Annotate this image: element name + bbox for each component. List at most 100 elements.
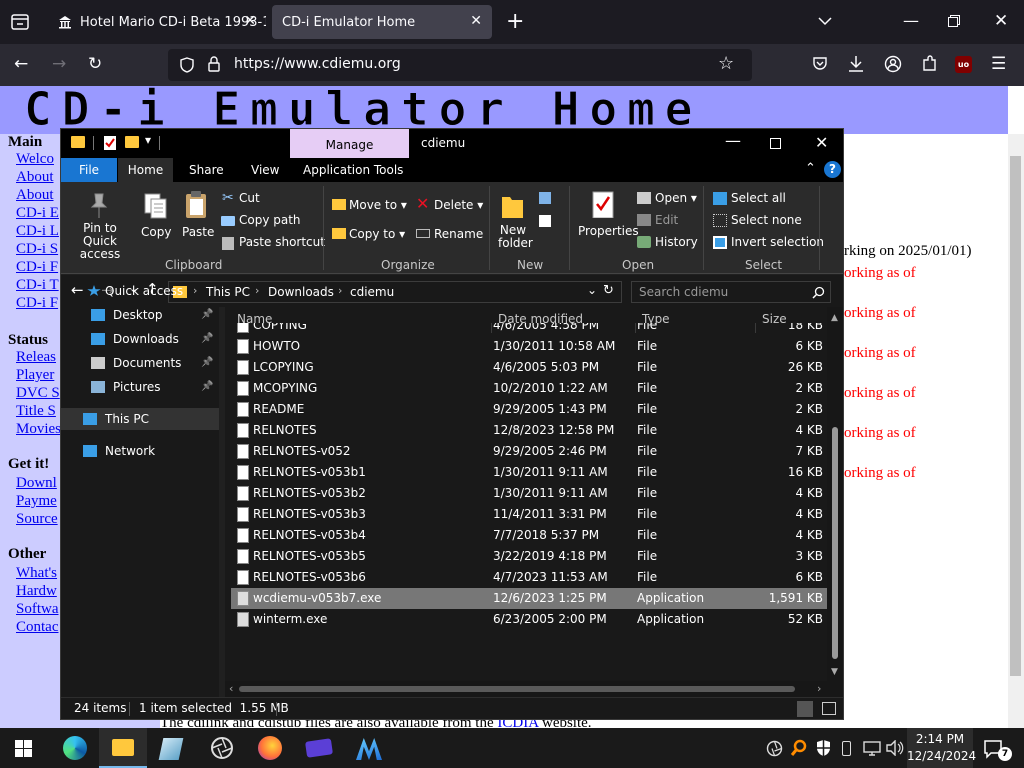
search-icon[interactable] (812, 286, 825, 299)
tab-cdi-emulator-home[interactable]: CD-i Emulator Home ✕ (272, 5, 492, 39)
file-row[interactable]: README 9/29/2005 1:43 PM File 2 KB (231, 399, 827, 420)
tab-home[interactable]: Home (118, 158, 173, 182)
sidebar-link[interactable]: Player (16, 367, 54, 384)
search-box[interactable]: Search cdiemu (631, 281, 831, 303)
clock[interactable]: 2:14 PM 12/24/2024 (907, 728, 976, 768)
back-arrow-icon[interactable]: ← (14, 54, 28, 74)
vertical-scrollbar-thumb[interactable] (832, 427, 838, 659)
maxon-app-icon[interactable] (356, 738, 382, 760)
nav-item[interactable]: Downloads 📌 (61, 328, 219, 350)
copy-to-button[interactable]: Copy to ▾ (349, 227, 405, 241)
sidebar-link[interactable]: Movies (16, 421, 61, 438)
horizontal-scrollbar[interactable]: ‹ › (225, 681, 843, 697)
url-bar[interactable]: https://www.cdiemu.org ☆ (168, 49, 752, 81)
copy-path-button[interactable]: Copy path (239, 213, 301, 227)
file-row[interactable]: MCOPYING 10/2/2010 1:22 AM File 2 KB (231, 378, 827, 399)
tab-application-tools[interactable]: Application Tools (303, 158, 403, 182)
search-input[interactable]: Search cdiemu (639, 285, 728, 299)
minimize-button[interactable]: — (725, 131, 741, 150)
nav-item[interactable]: Desktop 📌 (61, 304, 219, 326)
sidebar-link[interactable]: About (16, 169, 54, 186)
sidebar-link[interactable]: CD-i S (16, 241, 58, 258)
nav-item[interactable]: Documents 📌 (61, 352, 219, 374)
file-row[interactable]: RELNOTES-v053b6 4/7/2023 11:53 AM File 6 KB (231, 567, 827, 588)
scroll-up-icon[interactable]: ▲ (831, 313, 838, 323)
nav-item[interactable]: Pictures 📌 (61, 376, 219, 398)
tab-share[interactable]: Share (189, 158, 224, 182)
sidebar-link[interactable]: CD-i F (16, 259, 58, 276)
breadcrumb-cdiemu[interactable]: cdiemu (350, 285, 394, 299)
sidebar-link[interactable]: CD-i L (16, 223, 59, 240)
maximize-button[interactable] (770, 138, 781, 149)
easy-access-icon[interactable] (539, 215, 551, 227)
forward-arrow-icon[interactable]: → (52, 54, 66, 74)
new-item-icon[interactable] (539, 192, 551, 204)
sidebar-link[interactable]: Payme (16, 493, 57, 510)
properties-button[interactable]: Properties (578, 224, 639, 238)
aperture-app-icon[interactable] (210, 736, 234, 760)
scroll-down-icon[interactable]: ▼ (831, 667, 838, 677)
sidebar-link[interactable]: Hardw (16, 583, 57, 600)
firefox-icon[interactable] (258, 736, 282, 760)
file-row[interactable]: winterm.exe 6/23/2005 2:00 PM Application 5… (231, 609, 827, 630)
sidebar-link[interactable]: CD-i E (16, 205, 59, 222)
sidebar-link[interactable]: About (16, 187, 54, 204)
shield-icon[interactable] (180, 57, 194, 73)
tab-file[interactable]: File (61, 158, 117, 182)
file-row[interactable]: RELNOTES 12/8/2023 12:58 PM File 4 KB (231, 420, 827, 441)
edge-icon[interactable] (63, 736, 87, 760)
tab-view[interactable]: View (251, 158, 279, 182)
file-row[interactable]: RELNOTES-v053b3 11/4/2011 3:31 PM File 4 KB (231, 504, 827, 525)
close-window-button[interactable]: ✕ (815, 133, 828, 152)
move-to-button[interactable]: Move to ▾ (349, 198, 407, 212)
sidebar-link[interactable]: Contac (16, 619, 59, 636)
column-header-date[interactable]: Date modified (498, 312, 583, 326)
column-header-name[interactable]: Name (237, 312, 272, 326)
aperture-tray-icon[interactable] (766, 740, 783, 757)
minimize-button[interactable]: — (903, 11, 919, 30)
pocket-icon[interactable] (812, 56, 828, 72)
notepad-app-icon[interactable] (158, 738, 184, 760)
manage-tab[interactable]: Manage (290, 129, 409, 158)
file-row[interactable]: RELNOTES-v053b2 1/30/2011 9:11 AM File 4 KB (231, 483, 827, 504)
column-header-type[interactable]: Type (642, 312, 670, 326)
sidebar-link[interactable]: Softwa (16, 601, 59, 618)
extensions-icon[interactable] (921, 55, 937, 73)
scroll-left-icon[interactable]: ‹ (229, 682, 233, 695)
copy-button[interactable]: Copy (141, 225, 171, 239)
network-tray-icon[interactable] (863, 740, 881, 756)
file-row[interactable]: RELNOTES-v053b5 3/22/2019 4:18 PM File 3 KB (231, 546, 827, 567)
breadcrumb[interactable]: › This PC › Downloads › cdiemu ⌄ ↻ (168, 281, 622, 303)
restore-button[interactable] (948, 15, 960, 27)
file-row[interactable]: LCOPYING 4/6/2005 5:03 PM File 26 KB (231, 357, 827, 378)
sidebar-link[interactable]: Releas (16, 349, 56, 366)
pin-icon[interactable]: 📌 (201, 304, 213, 326)
nav-item[interactable]: Quick access (61, 280, 219, 302)
tab-hotel-mario[interactable]: Hotel Mario CD-i Beta 1993-11- ✕ (48, 5, 266, 39)
game-app-icon[interactable] (305, 738, 333, 758)
close-icon[interactable]: ✕ (470, 13, 482, 29)
sidebar-link[interactable]: Title S (16, 403, 56, 420)
file-row[interactable]: wcdiemu-v053b7.exe 12/6/2023 1:25 PM Appli… (231, 588, 827, 609)
download-icon[interactable] (848, 55, 864, 73)
scroll-right-icon[interactable]: › (817, 682, 821, 695)
lock-icon[interactable] (208, 56, 220, 72)
hamburger-menu-icon[interactable]: ☰ (991, 54, 1006, 74)
usb-icon[interactable] (842, 741, 851, 756)
sidebar-link[interactable]: Downl (16, 475, 57, 492)
file-row[interactable]: RELNOTES-v053b1 1/30/2011 9:11 AM File 16 K… (231, 462, 827, 483)
properties-check-icon[interactable] (103, 135, 117, 151)
pin-icon[interactable]: 📌 (201, 376, 213, 398)
paste-button[interactable]: Paste (182, 225, 214, 239)
chevron-down-icon[interactable] (818, 16, 832, 26)
collapse-ribbon-icon[interactable]: ⌃ (805, 161, 816, 176)
cut-button[interactable]: Cut (239, 191, 260, 205)
select-all-button[interactable]: Select all (731, 191, 786, 205)
bookmark-star-icon[interactable]: ☆ (718, 53, 734, 74)
pin-icon[interactable]: 📌 (201, 352, 213, 374)
defender-shield-icon[interactable] (815, 739, 832, 757)
history-button[interactable]: History (655, 235, 698, 249)
chevron-down-icon[interactable]: ⌄ (587, 283, 597, 297)
paste-shortcut-button[interactable]: Paste shortcut (239, 235, 325, 249)
volume-icon[interactable] (885, 740, 905, 756)
